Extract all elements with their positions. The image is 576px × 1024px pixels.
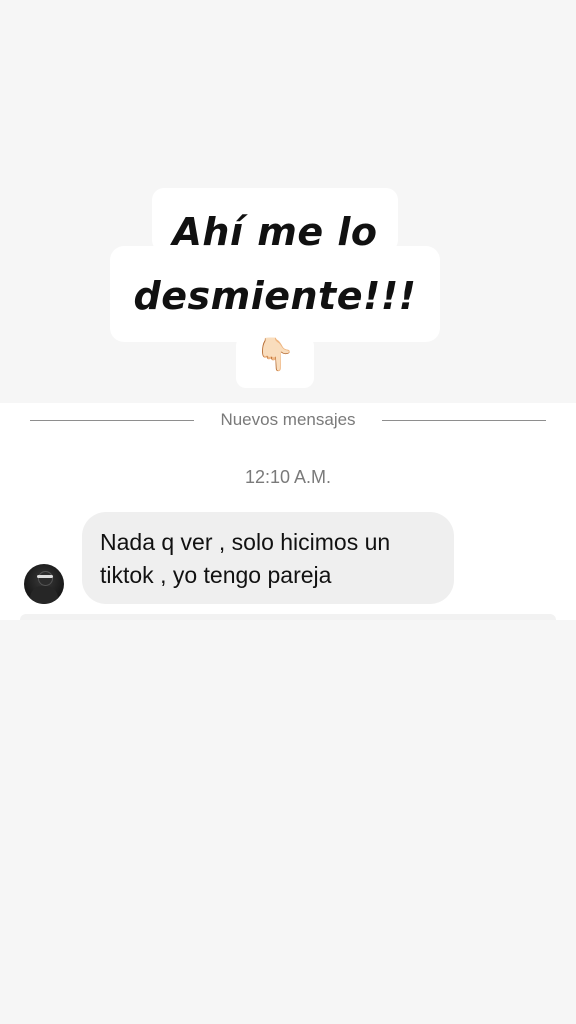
divider-line-right xyxy=(382,420,546,421)
new-messages-divider: Nuevos mensajes xyxy=(0,409,576,433)
chat-screenshot-panel: Nuevos mensajes 12:10 A.M. Nada q ver , … xyxy=(0,403,576,620)
story-screen: Ahí me lo desmiente!!! 👇🏻 Nuevos mensaje… xyxy=(0,0,576,1024)
divider-line-left xyxy=(30,420,194,421)
story-text-sticker: Ahí me lo desmiente!!! 👇🏻 xyxy=(110,188,440,388)
incoming-message-bubble[interactable]: Nada q ver , solo hicimos un tiktok , yo… xyxy=(82,512,454,604)
pointing-down-hand-icon: 👇🏻 xyxy=(255,336,295,372)
sticker-text-line-1: Ahí me lo xyxy=(172,210,378,254)
new-messages-label: Nuevos mensajes xyxy=(220,410,356,429)
avatar-figure-body xyxy=(30,586,58,604)
sender-avatar[interactable] xyxy=(24,564,64,604)
message-timestamp: 12:10 A.M. xyxy=(244,467,332,487)
avatar-figure-head xyxy=(38,571,53,586)
sticker-text-line-2: desmiente!!! xyxy=(133,274,417,318)
next-message-edge xyxy=(20,614,556,620)
avatar-sunglasses xyxy=(37,575,53,578)
